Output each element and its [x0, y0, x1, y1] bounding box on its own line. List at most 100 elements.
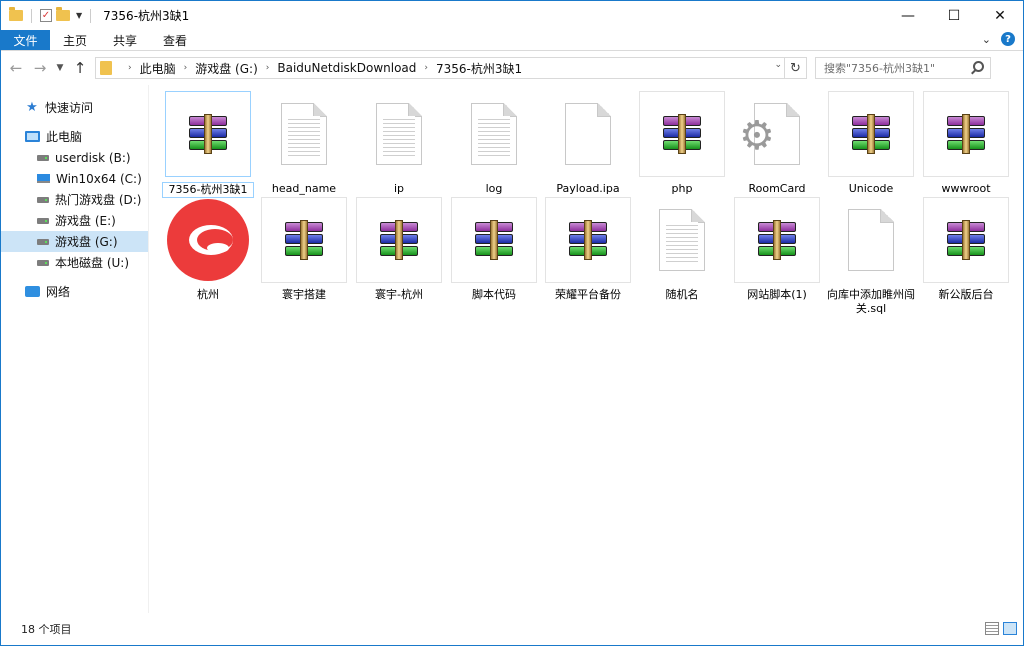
file-item[interactable]: Unicode	[828, 91, 914, 196]
chevron-right-icon[interactable]: ›	[424, 63, 428, 73]
sidebar-item-label: 网络	[46, 285, 71, 299]
tab-share[interactable]: 共享	[100, 30, 150, 50]
file-item[interactable]: 脚本代码	[451, 197, 537, 302]
file-name: RoomCard	[748, 182, 806, 195]
minimize-button[interactable]: —	[885, 1, 931, 30]
tab-view[interactable]: 查看	[150, 30, 200, 50]
sidebar-item-network[interactable]: 网络	[1, 281, 148, 302]
star-icon: ★	[26, 100, 38, 115]
system-drive-icon	[37, 174, 50, 183]
search-input[interactable]: 搜索"7356-杭州3缺1"	[815, 57, 991, 79]
file-item[interactable]: ip	[356, 91, 442, 196]
file-name: wwwroot	[941, 182, 991, 195]
file-name: ip	[393, 182, 405, 195]
details-view-icon[interactable]	[985, 622, 999, 635]
file-item[interactable]: php	[639, 91, 725, 196]
refresh-icon[interactable]: ↻	[784, 58, 806, 78]
maximize-button[interactable]: ☐	[931, 1, 977, 30]
chevron-right-icon[interactable]: ›	[266, 63, 270, 73]
file-item[interactable]: 新公版后台	[923, 197, 1009, 302]
main-area: ★ 快速访问 此电脑 userdisk (B:) Win10x64 (C:) 热…	[1, 85, 1023, 613]
sidebar-item-drive-u[interactable]: 本地磁盘 (U:)	[1, 252, 148, 273]
sidebar-item-drive-b[interactable]: userdisk (B:)	[1, 147, 148, 168]
large-icons-view-icon[interactable]	[1003, 622, 1017, 635]
drive-icon	[37, 238, 49, 245]
file-item[interactable]: 寰宇搭建	[261, 197, 347, 302]
toolbar-divider	[90, 8, 92, 23]
tab-file[interactable]: 文件	[1, 30, 50, 50]
file-item[interactable]: ⚙ RoomCard	[734, 91, 820, 196]
archive-icon	[828, 91, 914, 177]
sidebar-item-this-pc[interactable]: 此电脑	[1, 126, 148, 147]
file-item[interactable]: Payload.ipa	[545, 91, 631, 196]
sidebar-item-drive-e[interactable]: 游戏盘 (E:)	[1, 210, 148, 231]
archive-icon	[923, 91, 1009, 177]
sidebar-item-drive-g[interactable]: 游戏盘 (G:)	[1, 231, 148, 252]
chevron-right-icon[interactable]: ›	[184, 63, 188, 73]
file-item[interactable]: 7356-杭州3缺1	[162, 91, 254, 198]
tab-home[interactable]: 主页	[50, 30, 100, 50]
properties-icon[interactable]: ✓	[40, 9, 52, 22]
search-placeholder: 搜索"7356-杭州3缺1"	[824, 62, 936, 75]
file-item[interactable]: head_name	[261, 91, 347, 196]
drive-icon	[37, 154, 49, 161]
search-icon[interactable]	[973, 61, 984, 72]
archive-icon	[545, 197, 631, 283]
breadcrumb-this-pc[interactable]: 此电脑	[140, 60, 176, 77]
help-icon[interactable]: ?	[1001, 32, 1015, 46]
system-file-icon: ⚙	[734, 91, 820, 177]
blank-file-icon	[545, 91, 631, 177]
file-name: 脚本代码	[472, 288, 516, 301]
sidebar-item-drive-d[interactable]: 热门游戏盘 (D:)	[1, 189, 148, 210]
sidebar-item-drive-c[interactable]: Win10x64 (C:)	[1, 168, 148, 189]
file-item[interactable]: 网站脚本(1)	[734, 197, 820, 302]
file-name: php	[671, 182, 693, 195]
chevron-down-icon[interactable]: ⌄	[982, 33, 991, 46]
address-dropdown-icon[interactable]: ⌄	[774, 60, 782, 70]
file-item[interactable]: log	[451, 91, 537, 196]
back-arrow-icon[interactable]: ←	[7, 59, 25, 77]
up-arrow-icon[interactable]: ↑	[71, 59, 89, 77]
document-icon	[261, 91, 347, 177]
new-folder-icon[interactable]	[56, 7, 70, 21]
drive-icon	[37, 259, 49, 266]
file-item[interactable]: 随机名	[639, 197, 725, 302]
file-name: 网站脚本(1)	[747, 288, 807, 301]
file-name: Payload.ipa	[556, 182, 620, 195]
file-item[interactable]: 向库中添加睢州闯关.sql	[827, 197, 915, 316]
sidebar-item-label: 游戏盘 (G:)	[55, 235, 118, 249]
view-switcher	[985, 622, 1017, 635]
explorer-window: ✓ ▼ 7356-杭州3缺1 — ☐ ✕ 文件 主页 共享 查看 ⌄ ? ← →…	[0, 0, 1024, 646]
archive-icon	[451, 197, 537, 283]
chevron-right-icon[interactable]: ›	[128, 63, 132, 73]
recent-locations-icon[interactable]: ▼	[55, 63, 65, 73]
archive-icon	[356, 197, 442, 283]
document-icon	[451, 91, 537, 177]
customize-toolbar-icon[interactable]: ▼	[76, 11, 82, 20]
breadcrumb-baidu-download[interactable]: BaiduNetdiskDownload	[277, 61, 416, 75]
archive-icon	[923, 197, 1009, 283]
sidebar-item-quick-access[interactable]: ★ 快速访问	[1, 97, 148, 118]
file-item[interactable]: 寰宇-杭州	[356, 197, 442, 302]
file-name: 寰宇搭建	[282, 288, 326, 301]
sidebar-item-label: 本地磁盘 (U:)	[55, 256, 130, 270]
sidebar-item-label: 游戏盘 (E:)	[55, 214, 116, 228]
file-item[interactable]: wwwroot	[923, 91, 1009, 196]
sidebar-item-label: 快速访问	[45, 101, 94, 115]
address-bar[interactable]: › 此电脑 › 游戏盘 (G:) › BaiduNetdiskDownload …	[95, 57, 807, 79]
blank-file-icon	[828, 197, 914, 283]
gear-icon: ⚙	[739, 113, 775, 159]
breadcrumb-drive-g[interactable]: 游戏盘 (G:)	[195, 60, 258, 77]
ribbon-tabs: 文件 主页 共享 查看 ⌄ ?	[1, 30, 1023, 51]
archive-icon	[261, 197, 347, 283]
window-title: 7356-杭州3缺1	[103, 9, 190, 23]
address-row: ← → ▼ ↑ › 此电脑 › 游戏盘 (G:) › BaiduNetdiskD…	[1, 51, 1023, 85]
forward-arrow-icon[interactable]: →	[31, 59, 49, 77]
document-icon	[356, 91, 442, 177]
breadcrumb-current-folder[interactable]: 7356-杭州3缺1	[436, 60, 522, 77]
close-button[interactable]: ✕	[977, 1, 1023, 30]
file-item[interactable]: 杭州	[165, 197, 251, 302]
file-item[interactable]: 荣耀平台备份	[545, 197, 631, 302]
folder-icon[interactable]	[9, 7, 23, 21]
sidebar-item-label: userdisk (B:)	[55, 150, 131, 165]
